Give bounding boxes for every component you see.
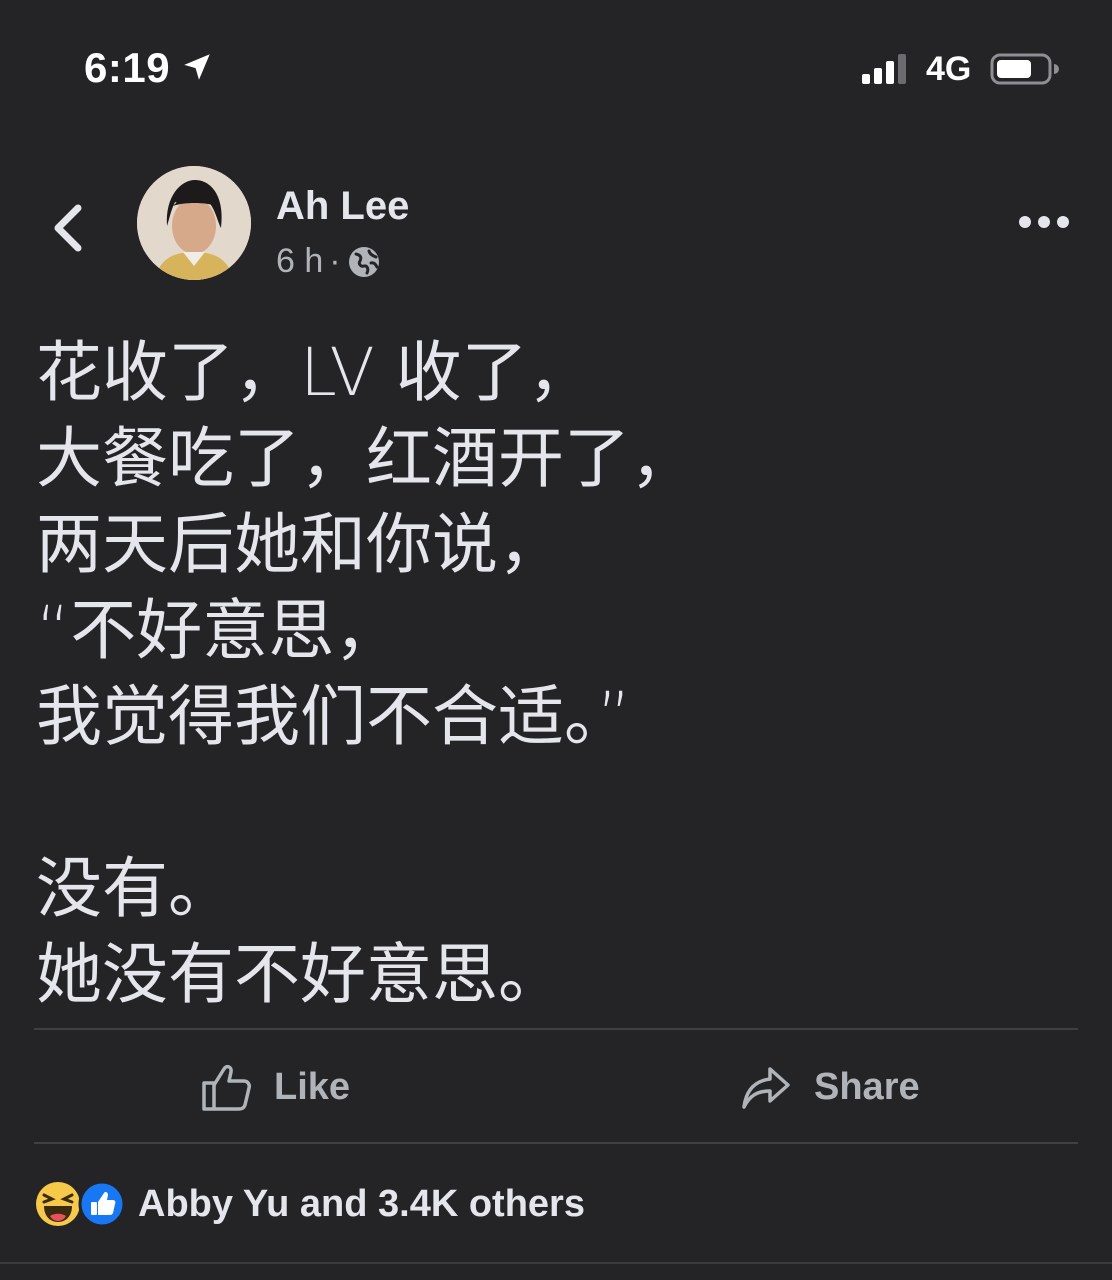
laughing-emoji-icon — [36, 1182, 80, 1226]
reaction-icons — [34, 1180, 130, 1228]
share-label: Share — [814, 1065, 920, 1108]
share-button[interactable]: Share — [740, 1032, 920, 1142]
post-line-blank — [36, 760, 1076, 846]
post-body: 花收了，LV 收了， 大餐吃了，红酒开了， 两天后她和你说， “不好意思， 我觉… — [36, 330, 1076, 1018]
like-label: Like — [274, 1065, 351, 1108]
share-arrow-icon — [742, 1067, 790, 1109]
post-line: 花收了，LV 收了， — [36, 334, 594, 411]
status-bar: 6:19 4G — [0, 0, 1112, 120]
post-line: “不好意思， — [36, 592, 401, 669]
meta-separator: · — [329, 242, 341, 280]
reactions-summary[interactable]: Abby Yu and 3.4K others — [34, 1178, 585, 1230]
post-line: 两天后她和你说， — [36, 506, 564, 583]
post-line: 我觉得我们不合适。” — [36, 678, 632, 755]
reactions-text: Abby Yu and 3.4K others — [138, 1182, 585, 1225]
post-line: 大餐吃了，红酒开了， — [36, 420, 696, 497]
post-line: 她没有不好意思。 — [36, 936, 564, 1013]
post-line: 没有。 — [36, 850, 234, 927]
divider — [34, 1028, 1078, 1030]
post-time[interactable]: 6 h — [276, 242, 323, 281]
like-button[interactable]: Like — [200, 1032, 350, 1142]
author-avatar[interactable] — [137, 166, 251, 280]
back-chevron-icon[interactable] — [46, 200, 90, 256]
author-name[interactable]: Ah Lee — [276, 184, 409, 229]
more-dots-icon[interactable] — [1018, 214, 1070, 230]
globe-icon — [348, 246, 379, 277]
status-time: 6:19 — [84, 44, 171, 91]
action-bar: Like Share — [34, 1032, 1078, 1142]
battery-icon — [990, 53, 1059, 85]
location-arrow-icon — [184, 54, 210, 80]
bottom-divider — [0, 1262, 1112, 1264]
post-header: Ah Lee 6 h · — [0, 160, 1112, 290]
like-reaction-icon — [78, 1180, 126, 1228]
divider — [34, 1142, 1078, 1144]
network-type: 4G — [926, 50, 972, 88]
signal-bars-icon — [862, 54, 906, 84]
post-meta: 6 h · — [276, 242, 381, 281]
thumbs-up-icon — [202, 1064, 251, 1111]
